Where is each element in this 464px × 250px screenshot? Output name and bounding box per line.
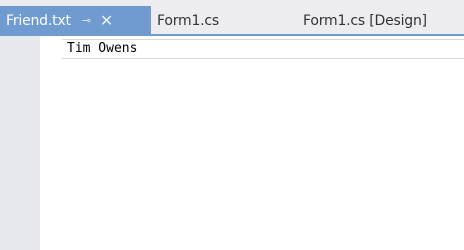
text-editor[interactable]: Tim Owens [0,36,464,250]
tab-label: Form1.cs [Design] [303,12,427,29]
tab-form1-cs-design[interactable]: Form1.cs [Design] [303,6,464,35]
close-icon[interactable]: ✕ [100,12,113,29]
pin-icon[interactable]: ⊸ [82,15,91,26]
tab-label: Form1.cs [157,12,220,29]
tab-friend-txt[interactable]: Friend.txt ⊸ ✕ [0,6,151,35]
tab-label: Friend.txt [6,12,71,29]
tab-form1-cs[interactable]: Form1.cs [157,6,267,35]
document-tab-strip: Friend.txt ⊸ ✕ Form1.cs Form1.cs [Design… [0,0,464,35]
editor-gutter [0,36,40,250]
editor-line[interactable]: Tim Owens [67,39,137,59]
